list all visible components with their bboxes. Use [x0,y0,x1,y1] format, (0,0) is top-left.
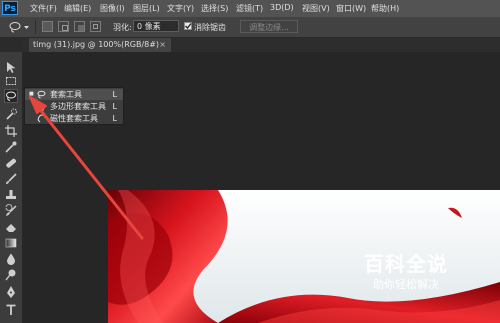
watermark-subtitle: 助你轻松解决 [373,278,439,291]
watermark: 百科全说 助你轻松解决 [345,248,467,296]
watermark-title: 百科全说 [364,252,448,276]
